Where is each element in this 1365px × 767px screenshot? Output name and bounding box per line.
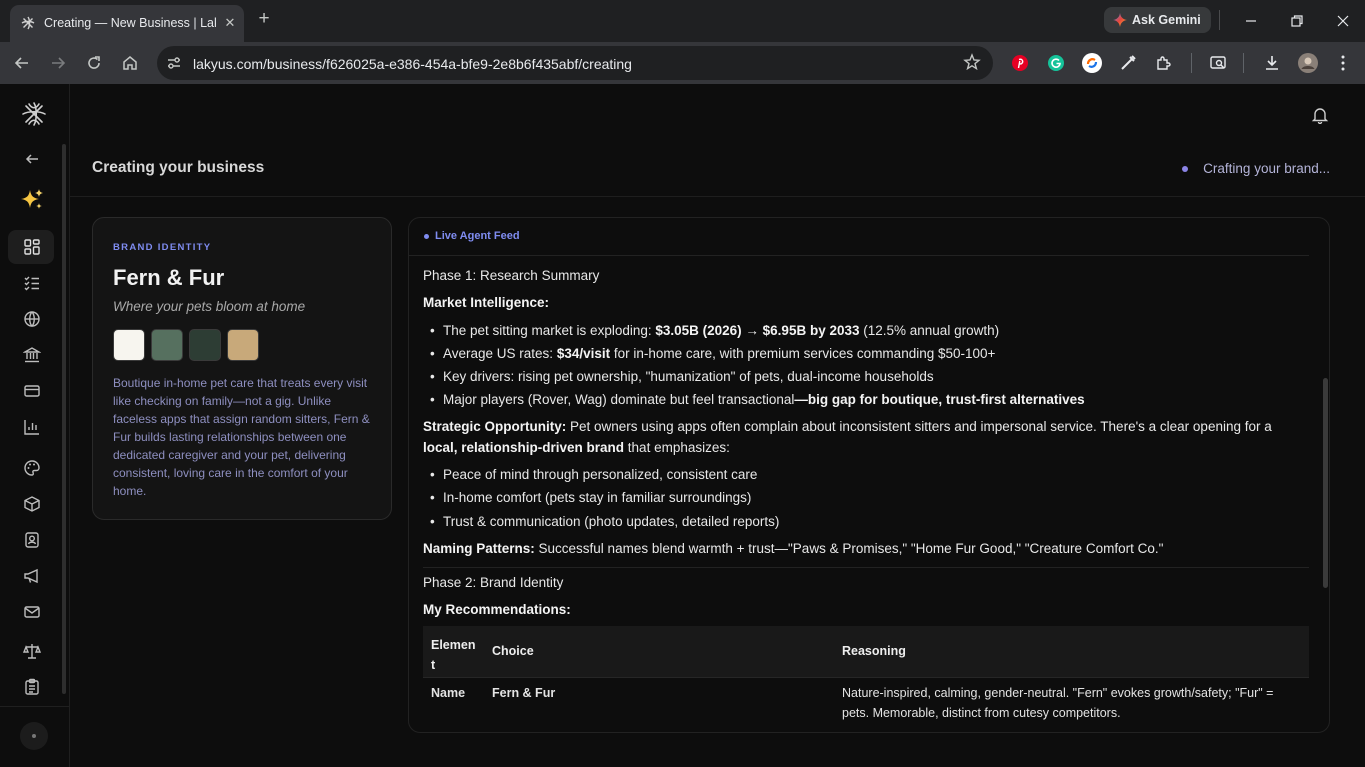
mail-icon[interactable]: [18, 598, 46, 626]
site-settings-icon[interactable]: [166, 55, 182, 71]
new-tab-button[interactable]: +: [254, 9, 274, 30]
back-arrow-icon[interactable]: [12, 53, 32, 73]
home-icon[interactable]: [120, 53, 140, 73]
download-icon[interactable]: [1261, 52, 1283, 74]
phase-heading: Phase 1: Research Summary: [423, 268, 600, 283]
sidebar-scrollbar[interactable]: [62, 144, 66, 694]
feed-header: Live Agent Feed: [409, 218, 1309, 256]
table-row: Name Fern & Fur Nature-inspired, calming…: [423, 677, 1309, 731]
sync-icon[interactable]: [1081, 52, 1103, 74]
brand-identity-card: BRAND IDENTITY Fern & Fur Where your pet…: [92, 217, 392, 520]
table-header: Elemen t Choice Reasoning: [423, 626, 1309, 677]
dashboard-grid-icon[interactable]: [18, 233, 46, 261]
brand-description: Boutique in-home pet care that treats ev…: [113, 376, 370, 498]
close-tab-icon[interactable]: ✕: [222, 15, 238, 31]
lakyus-logo-icon: [20, 15, 36, 31]
back-arrow-icon[interactable]: [18, 145, 46, 173]
url-text: lakyus.com/business/f626025a-e386-454a-b…: [193, 56, 632, 72]
live-indicator-dot: [424, 234, 429, 239]
list-item: Trust & communication (photo updates, de…: [430, 514, 779, 529]
notification-bell-icon[interactable]: [1311, 106, 1329, 124]
table-cell-element: Name: [431, 686, 466, 700]
window-controls-divider: [1219, 10, 1220, 30]
pinterest-icon[interactable]: [1009, 52, 1031, 74]
color-swatch[interactable]: [151, 329, 183, 361]
color-swatch[interactable]: [113, 329, 145, 361]
section-heading: My Recommendations:: [423, 602, 571, 617]
package-box-icon[interactable]: [18, 490, 46, 518]
address-bar[interactable]: lakyus.com/business/f626025a-e386-454a-b…: [157, 46, 993, 80]
toolbar-divider: [1191, 53, 1192, 73]
tab-search-icon[interactable]: [1207, 52, 1229, 74]
strategic-paragraph-cont: local, relationship-driven brand that em…: [423, 440, 730, 455]
forward-arrow-icon[interactable]: [48, 53, 68, 73]
close-window-icon[interactable]: [1333, 11, 1353, 31]
table-cell-choice: Fern & Fur: [492, 686, 556, 700]
status-text: Crafting your brand...: [1203, 161, 1330, 176]
bookmark-star-icon[interactable]: [963, 53, 981, 71]
section-heading: Market Intelligence:: [423, 295, 550, 310]
contact-card-icon[interactable]: [18, 526, 46, 554]
user-avatar[interactable]: [20, 722, 48, 750]
sparkles-icon[interactable]: [18, 186, 46, 214]
feed-scrollbar[interactable]: [1323, 378, 1328, 588]
table-header-reasoning: Reasoning: [842, 644, 906, 658]
tab-title: Creating — New Business | Lakyus: [44, 16, 216, 30]
table-cell-reasoning: Nature-inspired, calming, gender-neutral…: [842, 686, 1274, 720]
color-swatch[interactable]: [227, 329, 259, 361]
strategic-paragraph: Strategic Opportunity: Pet owners using …: [423, 419, 1272, 434]
feed-label: Live Agent Feed: [435, 230, 520, 242]
page-header: Creating your business Crafting your bra…: [70, 144, 1365, 197]
lakyus-logo-icon[interactable]: [20, 100, 48, 128]
clipboard-icon[interactable]: [18, 673, 46, 701]
browser-tab-bar: Creating — New Business | Lakyus ✕ + Ask…: [0, 0, 1365, 42]
list-item: In-home comfort (pets stay in familiar s…: [430, 490, 751, 505]
live-agent-feed: Live Agent Feed Phase 1: Research Summar…: [408, 217, 1330, 733]
restore-window-icon[interactable]: [1287, 11, 1307, 31]
bar-chart-icon[interactable]: [18, 413, 46, 441]
globe-icon[interactable]: [18, 305, 46, 333]
list-item: Peace of mind through personalized, cons…: [430, 467, 757, 482]
ask-gemini-button[interactable]: Ask Gemini: [1104, 7, 1211, 33]
credit-card-icon[interactable]: [18, 377, 46, 405]
bank-icon[interactable]: [18, 341, 46, 369]
phase-heading: Phase 2: Brand Identity: [423, 575, 564, 590]
megaphone-icon[interactable]: [18, 562, 46, 590]
naming-paragraph: Naming Patterns: Successful names blend …: [423, 541, 1164, 556]
checklist-icon[interactable]: [18, 269, 46, 297]
status-indicator-dot: [1182, 166, 1188, 172]
list-item: The pet sitting market is exploding: $3.…: [430, 323, 999, 338]
page-title: Creating your business: [92, 159, 265, 176]
browser-tab[interactable]: Creating — New Business | Lakyus ✕: [10, 5, 244, 42]
brand-tagline: Where your pets bloom at home: [113, 299, 306, 314]
color-swatch[interactable]: [189, 329, 221, 361]
brand-name: Fern & Fur: [113, 265, 225, 290]
sidebar-divider: [0, 706, 70, 707]
section-divider: [423, 567, 1309, 568]
app-root: Creating your business Crafting your bra…: [0, 84, 1365, 767]
brand-identity-label: BRAND IDENTITY: [113, 242, 212, 253]
palette-icon[interactable]: [18, 454, 46, 482]
pen-icon[interactable]: [1117, 52, 1139, 74]
gemini-star-icon: [1113, 13, 1127, 27]
grammarly-icon[interactable]: [1045, 52, 1067, 74]
list-item: Major players (Rover, Wag) dominate but …: [430, 392, 1085, 407]
minimize-window-icon[interactable]: [1241, 11, 1261, 31]
browser-menu-icon[interactable]: [1332, 52, 1354, 74]
puzzle-icon[interactable]: [1153, 52, 1175, 74]
toolbar-divider: [1243, 53, 1244, 73]
table-header-choice: Choice: [492, 644, 534, 658]
sidebar: [0, 84, 70, 767]
reload-icon[interactable]: [84, 53, 104, 73]
ask-gemini-label: Ask Gemini: [1132, 13, 1201, 27]
list-item: Key drivers: rising pet ownership, "huma…: [430, 369, 934, 384]
table-header-element: Elemen t: [431, 638, 476, 672]
profile-avatar-icon[interactable]: [1297, 52, 1319, 74]
list-item: Average US rates: $34/visit for in-home …: [430, 346, 995, 361]
scales-icon[interactable]: [18, 637, 46, 665]
